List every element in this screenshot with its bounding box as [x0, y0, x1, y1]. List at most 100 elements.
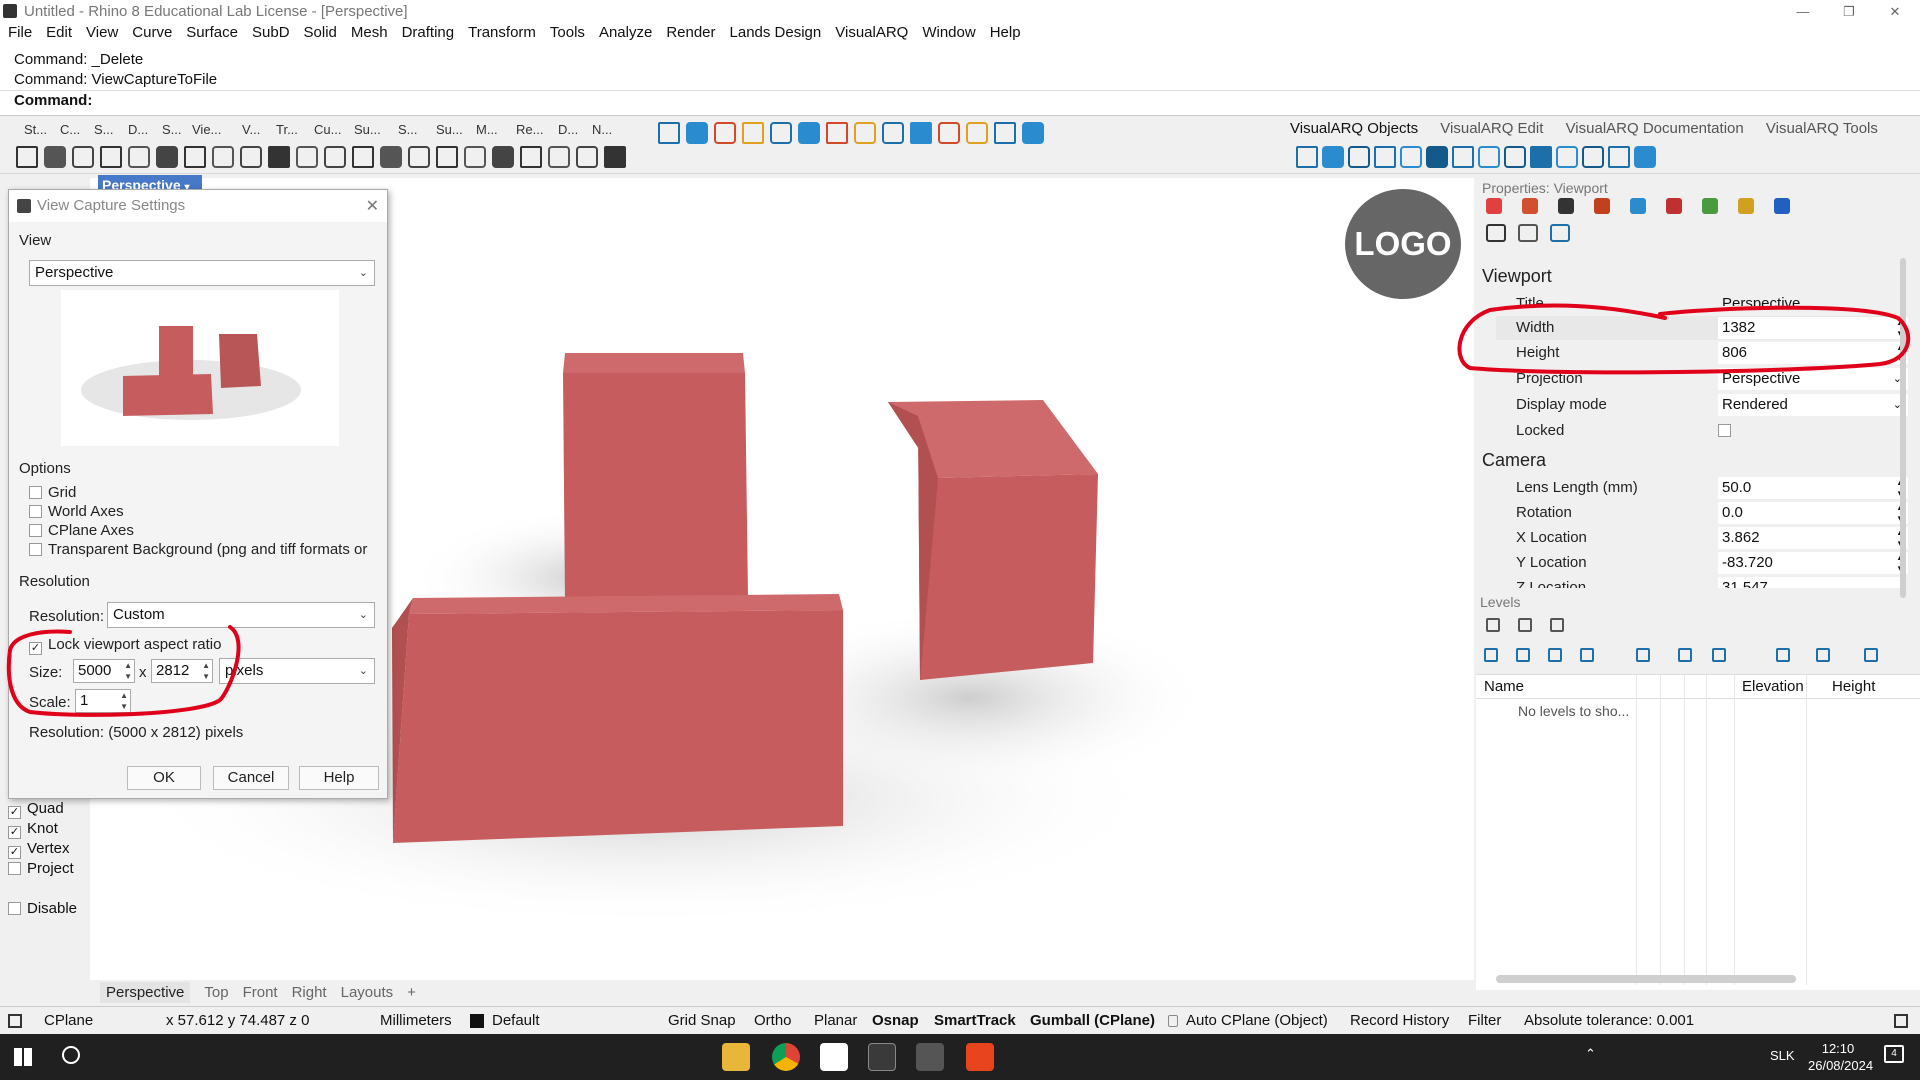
properties-tab-icon[interactable]	[1594, 198, 1610, 214]
checkbox[interactable]	[29, 543, 42, 556]
lock-aspect-ratio[interactable]: ✓ Lock viewport aspect ratio	[29, 636, 221, 655]
toolbar-tool-icon[interactable]	[714, 122, 736, 144]
toolbar-tool-icon[interactable]	[770, 122, 792, 144]
status-gumball[interactable]: Gumball (CPlane)	[1030, 1007, 1155, 1035]
status-layer[interactable]: Default	[492, 1007, 540, 1035]
properties-scrollbar[interactable]	[1900, 258, 1906, 598]
toolbar-tab[interactable]: St...	[24, 122, 47, 137]
toolbar-tool-icon[interactable]	[16, 146, 38, 168]
toolbar-tab[interactable]: N...	[592, 122, 612, 137]
toolbar-tab[interactable]: D...	[558, 122, 578, 137]
levels-tool-icon[interactable]	[1776, 648, 1790, 662]
toolbar-tab[interactable]: Su...	[354, 122, 381, 137]
checkbox[interactable]	[29, 524, 42, 537]
rotation-field[interactable]: 0.0▲▼	[1718, 502, 1908, 524]
toolbar-tool-icon[interactable]	[604, 146, 626, 168]
checkbox[interactable]	[29, 486, 42, 499]
properties-tab-icon[interactable]	[1522, 198, 1538, 214]
toolbar-tab[interactable]: M...	[476, 122, 498, 137]
menu-transform[interactable]: Transform	[460, 22, 542, 44]
width-input[interactable]: 5000 ▲ ▼	[73, 659, 135, 683]
toolbar-tool-icon[interactable]	[938, 122, 960, 144]
toolbar-tool-icon[interactable]	[994, 122, 1016, 144]
status-units[interactable]: Millimeters	[380, 1007, 452, 1035]
osnap-project[interactable]: Project	[8, 860, 74, 877]
menu-mesh[interactable]: Mesh	[343, 22, 394, 44]
menu-edit[interactable]: Edit	[38, 22, 78, 44]
toolbar-tool-icon[interactable]	[742, 122, 764, 144]
box-front[interactable]	[392, 594, 843, 843]
visualarq-tool-icon[interactable]	[1530, 146, 1552, 168]
toolbar-tool-icon[interactable]	[128, 146, 150, 168]
levels-tool-icon[interactable]	[1548, 648, 1562, 662]
notification-icon[interactable]: 4	[1884, 1045, 1904, 1063]
visualarq-tool-icon[interactable]	[1348, 146, 1370, 168]
status-smarttrack[interactable]: SmartTrack	[934, 1007, 1016, 1035]
levels-tool-icon[interactable]	[1518, 618, 1532, 632]
toolbar-tool-icon[interactable]	[156, 146, 178, 168]
width-field[interactable]: 1382▲▼	[1718, 317, 1908, 339]
toolbar-tool-icon[interactable]	[72, 146, 94, 168]
box-back-tall[interactable]	[563, 353, 748, 603]
archicad-icon[interactable]	[966, 1043, 994, 1071]
rhino-app-icon[interactable]	[916, 1043, 944, 1071]
chrome-icon[interactable]	[772, 1043, 800, 1071]
visualarq-tool-icon[interactable]	[1478, 146, 1500, 168]
option-grid[interactable]: Grid	[29, 484, 76, 501]
toolbar-tool-icon[interactable]	[520, 146, 542, 168]
toolbar-tool-icon[interactable]	[212, 146, 234, 168]
display-mode-select[interactable]: Rendered ⌄	[1718, 394, 1908, 416]
cancel-button[interactable]: Cancel	[213, 766, 289, 790]
search-icon[interactable]	[62, 1046, 80, 1064]
status-grid-snap[interactable]: Grid Snap	[668, 1007, 736, 1035]
spinner-icon[interactable]: ▲▼	[202, 660, 210, 682]
menu-help[interactable]: Help	[982, 22, 1027, 44]
toolbar-tool-icon[interactable]	[548, 146, 570, 168]
y-location-field[interactable]: -83.720▲▼	[1718, 552, 1908, 574]
col-name[interactable]: Name	[1484, 675, 1524, 699]
toolbar-tool-icon[interactable]	[352, 146, 374, 168]
properties-tab-icon[interactable]	[1558, 198, 1574, 214]
file-explorer-icon[interactable]	[722, 1043, 750, 1071]
levels-tool-icon[interactable]	[1486, 618, 1500, 632]
tab-perspective[interactable]: Perspective	[100, 982, 191, 1003]
toolbar-tool-icon[interactable]	[268, 146, 290, 168]
checkbox[interactable]: ✓	[8, 846, 21, 859]
status-auto-cplane[interactable]: Auto CPlane (Object)	[1186, 1007, 1328, 1035]
tab-front[interactable]: Front	[243, 984, 278, 1001]
toolbar-tool-icon[interactable]	[464, 146, 486, 168]
col-height[interactable]: Height	[1832, 675, 1875, 699]
checkbox[interactable]: ✓	[8, 826, 21, 839]
scale-input[interactable]: 1 ▲ ▼	[75, 689, 131, 713]
col-elevation[interactable]: Elevation	[1742, 675, 1804, 699]
tab-top[interactable]: Top	[204, 984, 228, 1001]
toolbar-tool-icon[interactable]	[658, 122, 680, 144]
toolbar-tab[interactable]: S...	[94, 122, 114, 137]
ok-button[interactable]: OK	[127, 766, 201, 790]
tab-layouts[interactable]: Layouts	[341, 984, 394, 1001]
tab-visualarq-documentation[interactable]: VisualARQ Documentation	[1566, 120, 1744, 137]
toolbar-tool-icon[interactable]	[576, 146, 598, 168]
properties-tab-icon[interactable]	[1486, 224, 1506, 242]
panel-toggle-icon[interactable]	[8, 1014, 22, 1028]
status-cplane[interactable]: CPlane	[44, 1007, 93, 1035]
status-record-history[interactable]: Record History	[1350, 1007, 1449, 1035]
levels-tool-icon[interactable]	[1516, 648, 1530, 662]
toolbar-tool-icon[interactable]	[910, 122, 932, 144]
add-tab-icon[interactable]: +	[407, 984, 416, 1001]
levels-tool-icon[interactable]	[1484, 648, 1498, 662]
toolbar-tool-icon[interactable]	[380, 146, 402, 168]
toolbar-tool-icon[interactable]	[184, 146, 206, 168]
properties-tab-icon[interactable]	[1666, 198, 1682, 214]
levels-tool-icon[interactable]	[1864, 648, 1878, 662]
levels-tool-icon[interactable]	[1580, 648, 1594, 662]
properties-tab-icon[interactable]	[1518, 224, 1538, 242]
visualarq-tool-icon[interactable]	[1608, 146, 1630, 168]
menu-view[interactable]: View	[78, 22, 124, 44]
height-field[interactable]: 806▲▼	[1718, 342, 1908, 364]
status-ortho[interactable]: Ortho	[754, 1007, 792, 1035]
status-osnap[interactable]: Osnap	[872, 1007, 919, 1035]
toolbar-tool-icon[interactable]	[492, 146, 514, 168]
levels-tool-icon[interactable]	[1636, 648, 1650, 662]
x-location-field[interactable]: 3.862▲▼	[1718, 527, 1908, 549]
